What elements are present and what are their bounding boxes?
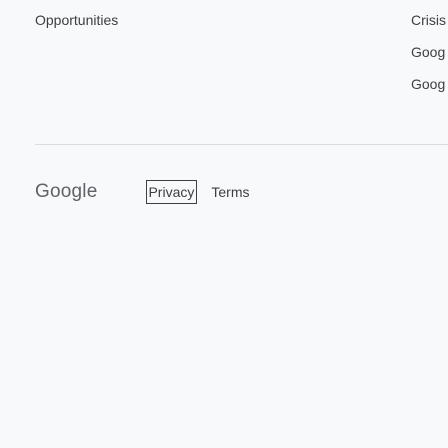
opportunities-link[interactable]: Opportunities [35, 12, 118, 28]
footer-bottom-row: Google Privacy Terms [35, 177, 250, 207]
google-link-1[interactable]: Goog [411, 44, 448, 76]
privacy-link[interactable]: Privacy [146, 180, 198, 204]
footer-divider [35, 144, 448, 145]
footer-page: Opportunities Crisis Goog Goog Google Pr… [0, 0, 448, 448]
terms-link[interactable]: Terms [211, 184, 249, 200]
google-logo: Google [35, 181, 98, 202]
google-link-2[interactable]: Goog [411, 76, 448, 108]
crisis-link[interactable]: Crisis [411, 12, 448, 44]
right-links-column: Crisis Goog Goog [411, 12, 448, 108]
